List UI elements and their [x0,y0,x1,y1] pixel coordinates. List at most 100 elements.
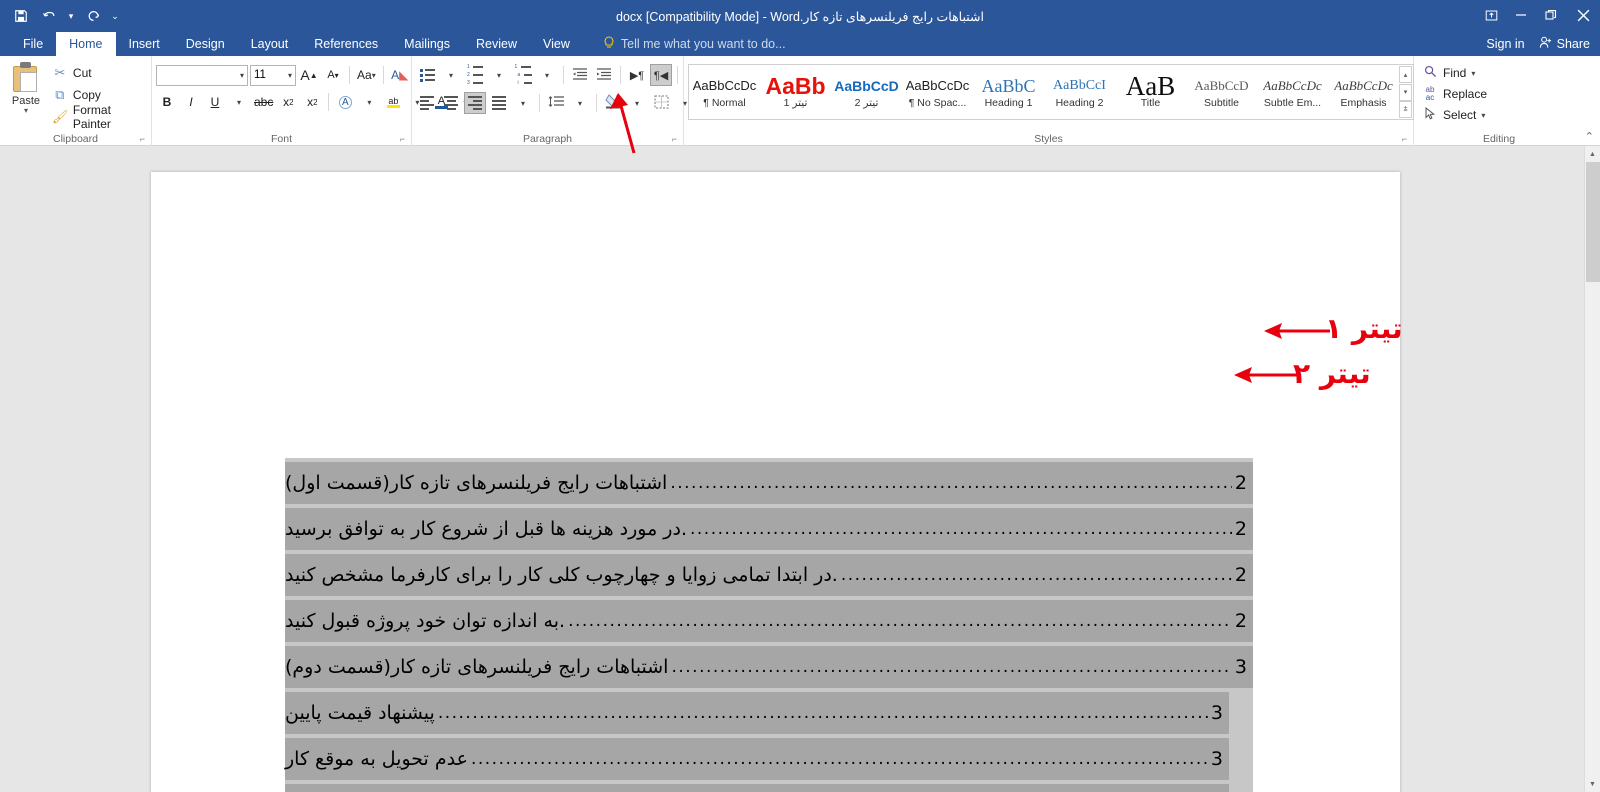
tab-layout[interactable]: Layout [238,32,302,56]
paste-button[interactable]: Paste ▾ [4,60,48,115]
style-titr-1[interactable]: AaBb تیتر 1 [760,65,831,119]
toc-entry[interactable]: در ابتدا تمامی زوایا و چهارچوب کلی کار ر… [285,554,1253,596]
rtl-text-direction-button[interactable]: ¶◀ [650,64,672,86]
tab-home[interactable]: Home [56,32,116,56]
scroll-down-icon[interactable]: ▼ [1585,776,1600,792]
toc-entry[interactable]: به اندازه توان خود پروژه قبول کنید. ....… [285,600,1253,642]
align-center-button[interactable] [440,92,462,114]
font-name-input[interactable]: ▾ [156,64,248,86]
subscript-button[interactable]: x2 [277,91,299,113]
style-preview: AaBbCcDc [1334,77,1393,93]
tab-references[interactable]: References [301,32,391,56]
tab-design[interactable]: Design [173,32,238,56]
select-button[interactable]: Select ▾ [1418,105,1491,125]
toc-entry[interactable]: موکول کردن کارها به فردا ...............… [285,784,1229,792]
font-size-dropdown-icon[interactable]: ▾ [288,71,292,80]
decrease-indent-button[interactable] [569,64,591,86]
increase-indent-button[interactable] [593,64,615,86]
collapse-ribbon-icon[interactable]: ⌃ [1585,130,1594,143]
close-button[interactable] [1566,0,1600,30]
font-name-dropdown-icon[interactable]: ▾ [240,71,244,80]
numbering-dropdown-icon[interactable]: ▾ [488,64,510,86]
styles-more-icon[interactable]: ⩲ [1399,101,1412,118]
find-button[interactable]: Find ▾ [1418,63,1491,83]
style-preview: AaBbCcDc [905,77,970,93]
tell-me-search[interactable]: Tell me what you want to do... [583,32,786,56]
select-dropdown-icon[interactable]: ▾ [1481,111,1485,120]
replace-button[interactable]: ab ac Replace [1418,84,1491,104]
style-titr-2[interactable]: AaBbCcD تیتر 2 [831,65,902,119]
style-title[interactable]: AaB Title [1115,65,1186,119]
table-of-contents[interactable]: اشتباهات رایج فریلنسرهای تازه کار(قسمت ا… [285,458,1253,792]
strikethrough-button[interactable]: abc [252,91,275,113]
bullets-dropdown-icon[interactable]: ▾ [440,64,462,86]
justify-button[interactable] [488,92,510,114]
toc-page-number: 3 [1210,702,1223,724]
tab-mailings[interactable]: Mailings [391,32,463,56]
save-icon[interactable] [8,4,34,28]
text-effects-icon[interactable]: A [334,91,356,113]
style-subtle-emphasis[interactable]: AaBbCcDc Subtle Em... [1257,65,1328,119]
document-area[interactable]: اشتباهات رایج فریلنسرهای تازه کار(قسمت ا… [0,146,1600,792]
style-heading-2[interactable]: AaBbCcI Heading 2 [1044,65,1115,119]
text-effects-dropdown-icon[interactable]: ▾ [358,91,380,113]
toc-entry[interactable]: پیشنهاد قیمت پایین .....................… [285,692,1229,734]
numbering-button[interactable]: 1 2 3 [464,64,486,86]
style-normal[interactable]: AaBbCcDc ¶ Normal [689,65,760,119]
redo-icon[interactable] [80,4,106,28]
share-button[interactable]: Share [1539,36,1590,52]
underline-button[interactable]: U [204,91,226,113]
cut-button[interactable]: ✂ Cut [48,63,147,83]
style-no-spacing[interactable]: AaBbCcDc ¶ No Spac... [902,65,973,119]
bold-button[interactable]: B [156,91,178,113]
multilevel-list-button[interactable]: 1 a i [512,64,534,86]
font-size-input[interactable]: 11 ▾ [250,64,296,86]
shrink-font-button[interactable]: A ▾ [322,64,344,86]
toc-entry[interactable]: عدم تحویل به موقع کار ..................… [285,738,1229,780]
style-heading-1[interactable]: AaBbC Heading 1 [973,65,1044,119]
sign-in-link[interactable]: Sign in [1486,37,1524,51]
scroll-up-icon[interactable]: ▲ [1585,146,1600,162]
undo-dropdown-icon[interactable]: ▾ [64,4,78,28]
toc-entry[interactable]: در مورد هزینه ها قبل از شروع کار به تواف… [285,508,1253,550]
highlight-color-icon[interactable]: ab [382,91,404,113]
customize-qat-icon[interactable]: ⌄ [108,4,122,28]
find-dropdown-icon[interactable]: ▾ [1471,69,1475,78]
line-spacing-button[interactable] [545,92,567,114]
clipboard-dialog-launcher[interactable]: ⌐ [140,132,145,146]
multilevel-dropdown-icon[interactable]: ▾ [536,64,558,86]
italic-button[interactable]: I [180,91,202,113]
restore-button[interactable] [1536,0,1566,30]
minimize-button[interactable] [1506,0,1536,30]
paste-dropdown-icon[interactable]: ▾ [24,107,28,115]
styles-scroll-down-icon[interactable]: ▾ [1399,83,1412,101]
tab-insert[interactable]: Insert [116,32,173,56]
change-case-button[interactable]: Aa ▾ [355,64,378,86]
style-subtitle[interactable]: AaBbCcD Subtitle [1186,65,1257,119]
font-dialog-launcher[interactable]: ⌐ [400,132,405,146]
scrollbar-thumb[interactable] [1586,162,1600,282]
superscript-button[interactable]: x2 [301,91,323,113]
toc-entry[interactable]: اشتباهات رایج فریلنسرهای تازه کار(قسمت ا… [285,462,1253,504]
copy-button[interactable]: ⧉ Copy [48,85,147,105]
styles-scroll-up-icon[interactable]: ▴ [1399,66,1412,83]
ltr-text-direction-button[interactable]: ▶¶ [626,64,648,86]
vertical-scrollbar[interactable]: ▲ ▼ [1584,146,1600,792]
ribbon-display-options-icon[interactable] [1476,0,1506,30]
grow-font-button[interactable]: A ▲ [298,64,320,86]
bullets-button[interactable] [416,64,438,86]
line-spacing-dropdown-icon[interactable]: ▾ [569,92,591,114]
underline-dropdown-icon[interactable]: ▾ [228,91,250,113]
justify-dropdown-icon[interactable]: ▾ [512,92,534,114]
undo-icon[interactable] [36,4,62,28]
format-painter-button[interactable]: 🖌 Format Painter [48,103,147,131]
toc-entry[interactable]: اشتباهات رایج فریلنسرهای تازه کار(قسمت د… [285,646,1253,688]
tab-view[interactable]: View [530,32,583,56]
align-right-button[interactable] [464,92,486,114]
align-left-button[interactable] [416,92,438,114]
style-emphasis[interactable]: AaBbCcDc Emphasis [1328,65,1399,119]
tab-review[interactable]: Review [463,32,530,56]
clear-formatting-icon[interactable]: A ◣ [389,64,411,86]
styles-dialog-launcher[interactable]: ⌐ [1402,132,1407,146]
tab-file[interactable]: File [10,32,56,56]
